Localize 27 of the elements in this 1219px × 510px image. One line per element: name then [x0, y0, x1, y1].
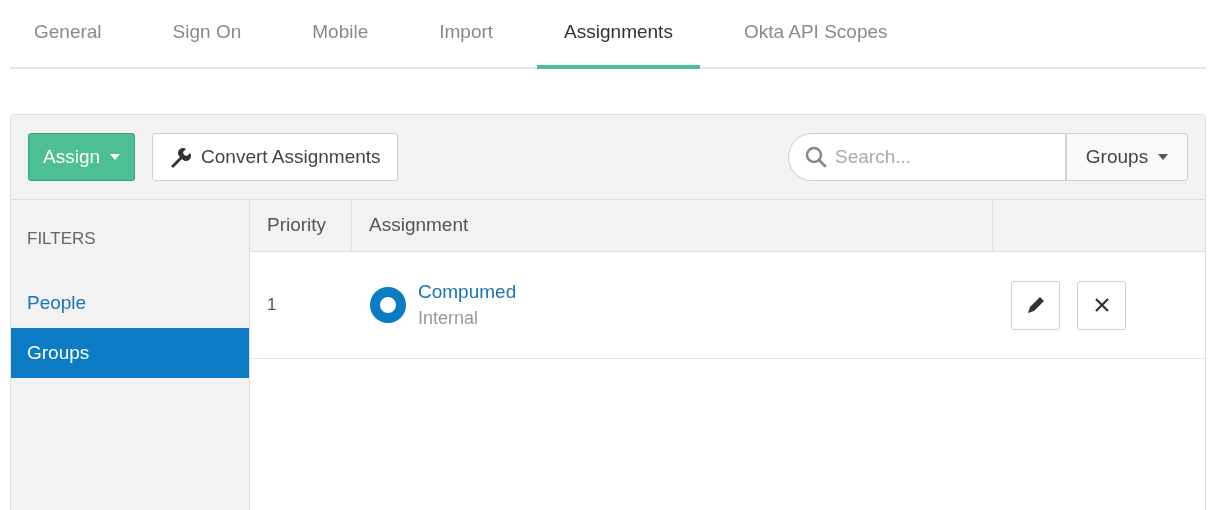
close-icon	[1093, 297, 1110, 313]
filters-heading: FILTERS	[26, 228, 97, 250]
assign-button[interactable]: Assign	[28, 133, 136, 181]
filter-item[interactable]: Groups	[11, 328, 249, 378]
tab[interactable]: General	[7, 0, 129, 69]
group-link[interactable]: Compumed	[418, 279, 517, 305]
filter-item[interactable]: People	[11, 278, 249, 328]
edit-button[interactable]	[1011, 280, 1060, 330]
group-icon	[370, 287, 406, 323]
search-field[interactable]: Search...	[788, 133, 1066, 181]
column-header: Priority	[250, 200, 352, 251]
tab[interactable]: Assignments	[537, 0, 700, 69]
tab[interactable]: Import	[412, 0, 521, 69]
priority-cell-text: 1	[266, 294, 278, 317]
wrench-icon	[169, 146, 192, 168]
tab[interactable]: Mobile	[285, 0, 396, 69]
convert-assignments-button[interactable]: Convert Assignments	[152, 133, 398, 181]
tab[interactable]: Okta API Scopes	[716, 0, 915, 69]
column-header: Assignment	[352, 200, 993, 251]
group-type: Internal	[418, 307, 480, 330]
tab[interactable]: Sign On	[145, 0, 269, 69]
search-icon	[804, 145, 828, 169]
caret-icon	[1158, 154, 1169, 160]
caret-icon	[110, 154, 121, 160]
groups-dropdown[interactable]: Groups	[1066, 133, 1188, 181]
remove-button[interactable]	[1077, 280, 1126, 330]
pencil-icon	[1025, 295, 1046, 315]
